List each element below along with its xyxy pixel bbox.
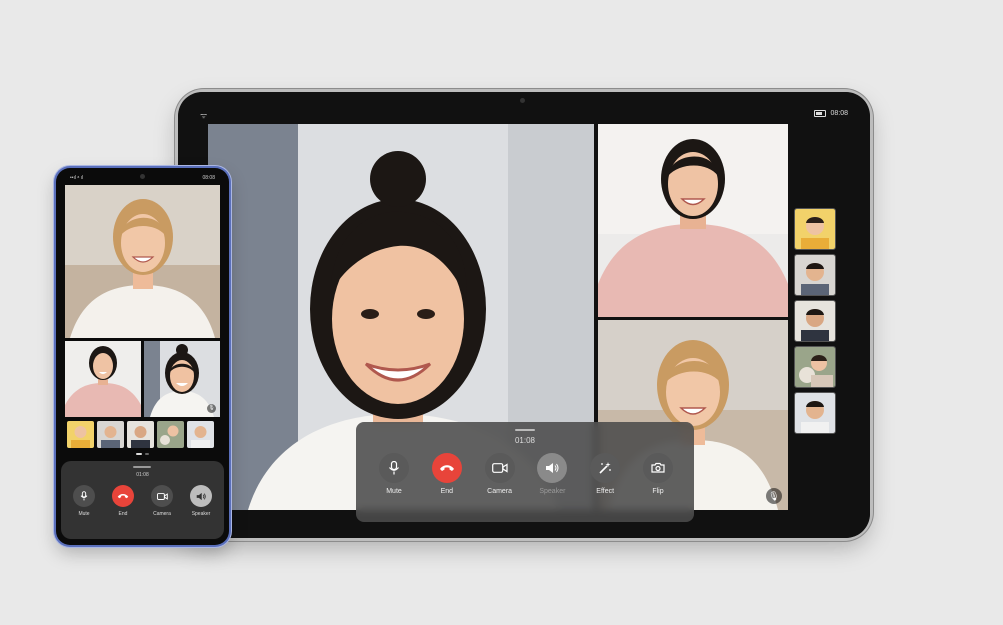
drag-handle[interactable] xyxy=(133,466,151,468)
participant-thumbnail-strip xyxy=(67,421,219,448)
participant-thumbnail[interactable] xyxy=(794,254,836,296)
participant-thumbnail[interactable] xyxy=(794,392,836,434)
speaker-button[interactable]: Speaker xyxy=(534,453,570,495)
battery-icon xyxy=(814,110,827,117)
participant-thumbnail[interactable] xyxy=(157,421,184,448)
participant-thumbnail[interactable] xyxy=(794,208,836,250)
participant-thumbnail[interactable] xyxy=(67,421,94,448)
microphone-icon: 🎙 xyxy=(207,404,216,413)
magic-wand-icon xyxy=(599,462,612,474)
tablet-call-controls: 01:08 Mute End Camera Speaker Effect Fli… xyxy=(356,422,694,522)
signal-icon: ••ıl ᵃ ıl xyxy=(70,175,84,181)
phone-device: ••ıl ᵃ ıl 08:08 🎙 01:08 Mute End Camera … xyxy=(56,168,229,545)
end-call-button[interactable]: End xyxy=(429,453,465,495)
front-camera xyxy=(140,174,145,179)
mute-label: Mute xyxy=(78,511,90,517)
tablet-status-bar: 08:08 xyxy=(814,110,848,117)
speaker-label: Speaker xyxy=(539,488,566,495)
flip-button[interactable]: Flip xyxy=(640,453,676,495)
flip-camera-icon xyxy=(651,462,665,473)
mute-button[interactable]: Mute xyxy=(71,485,97,517)
speaker-label: Speaker xyxy=(191,511,211,517)
mute-label: Mute xyxy=(386,488,402,495)
participant-thumbnail[interactable] xyxy=(794,346,836,388)
mute-button[interactable]: Mute xyxy=(376,453,412,495)
participant-thumbnail[interactable] xyxy=(187,421,214,448)
phone-call-controls: 01:08 Mute End Camera Speaker xyxy=(61,461,224,539)
main-participant-video[interactable] xyxy=(65,185,220,338)
speaker-icon xyxy=(196,492,206,500)
tablet-clock: 08:08 xyxy=(830,110,848,117)
participant-thumbnail[interactable] xyxy=(794,300,836,342)
phone-hangup-icon xyxy=(439,465,454,471)
camera-button[interactable]: Camera xyxy=(149,485,175,517)
camera-label: Camera xyxy=(487,488,513,495)
microphone-icon xyxy=(389,461,399,475)
speaker-button[interactable]: Speaker xyxy=(188,485,214,517)
participant-video-3[interactable]: 🎙 xyxy=(144,341,220,417)
effect-button[interactable]: Effect xyxy=(587,453,623,495)
participant-thumbnail-strip xyxy=(794,208,836,438)
flip-label: Flip xyxy=(652,488,664,495)
participant-video-2[interactable] xyxy=(598,124,788,317)
wifi-icon: ᯤ xyxy=(200,111,208,120)
microphone-icon xyxy=(80,491,88,501)
end-call-button[interactable]: End xyxy=(110,485,136,517)
call-timer: 01:08 xyxy=(514,436,536,445)
call-timer: 01:08 xyxy=(136,472,149,478)
participant-thumbnail[interactable] xyxy=(127,421,154,448)
participant-video-2[interactable] xyxy=(65,341,141,417)
speaker-icon xyxy=(546,463,559,473)
drag-handle[interactable] xyxy=(515,429,535,431)
front-camera xyxy=(520,98,525,103)
phone-hangup-icon xyxy=(117,493,129,499)
video-camera-icon xyxy=(491,463,508,473)
page-indicator xyxy=(136,453,149,455)
participant-thumbnail[interactable] xyxy=(97,421,124,448)
phone-clock: 08:08 xyxy=(202,175,215,181)
camera-label: Camera xyxy=(153,511,171,517)
microphone-icon: 🎙 xyxy=(766,488,782,504)
effect-label: Effect xyxy=(596,488,615,495)
camera-button[interactable]: Camera xyxy=(482,453,518,495)
end-label: End xyxy=(440,488,454,495)
end-label: End xyxy=(118,511,128,517)
video-camera-icon xyxy=(156,492,168,500)
